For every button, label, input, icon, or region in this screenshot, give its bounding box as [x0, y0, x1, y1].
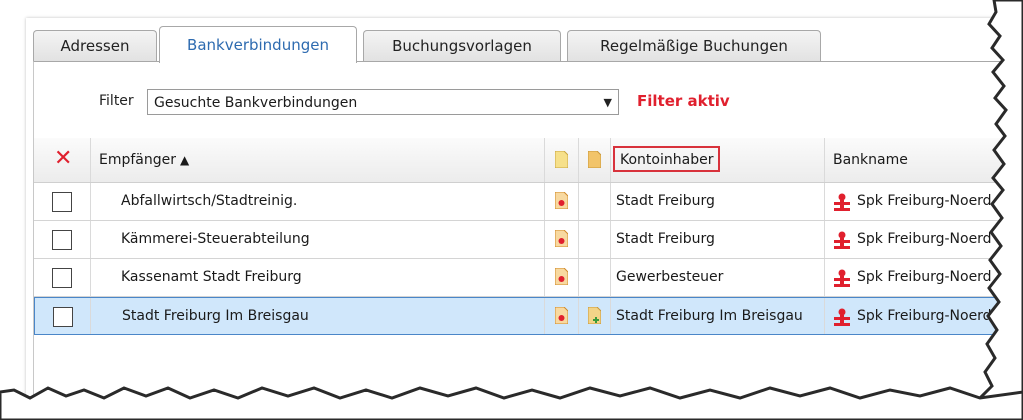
tab-bankverbindungen[interactable]: Bankverbindungen: [159, 26, 357, 63]
torn-edge-decoration: [0, 0, 1023, 420]
